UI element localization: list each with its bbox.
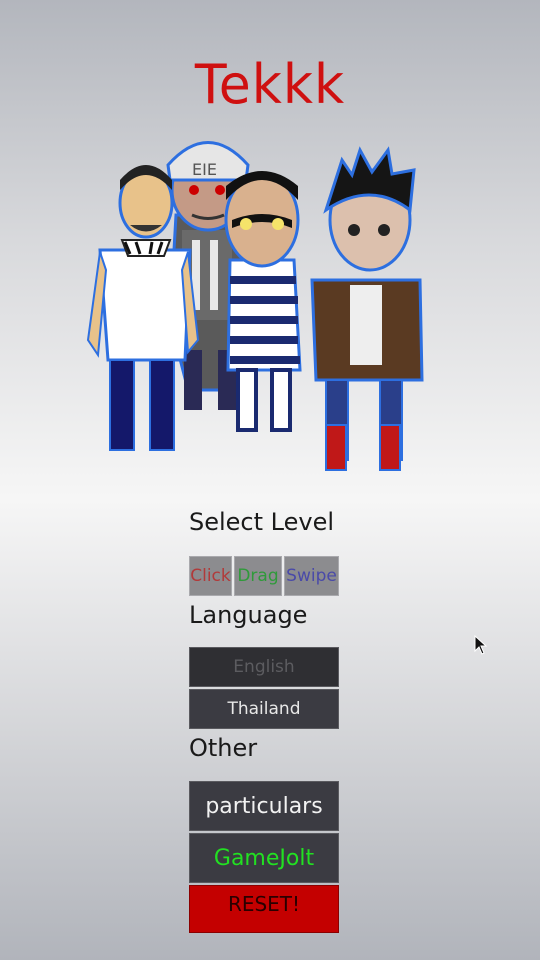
particulars-button[interactable]: particulars (189, 781, 339, 831)
mouse-cursor-icon (474, 635, 488, 655)
level-drag-button[interactable]: Drag (234, 556, 282, 596)
other-label: Other (189, 734, 258, 762)
gamejolt-label: GameJolt (213, 845, 315, 871)
svg-text:EIE: EIE (192, 160, 217, 179)
level-swipe-button[interactable]: Swipe (284, 556, 339, 596)
game-title: Tekkk (194, 53, 346, 117)
language-english-label: English (233, 657, 295, 677)
level-drag-label: Drag (237, 566, 279, 586)
level-click-label: Click (190, 566, 231, 586)
reset-button[interactable]: RESET! (189, 885, 339, 933)
character-jacket (310, 146, 424, 471)
reset-label: RESET! (227, 892, 301, 916)
gamejolt-button[interactable]: GameJolt (189, 833, 339, 883)
character-striped (224, 171, 302, 432)
language-english-button[interactable]: English (189, 647, 339, 687)
level-click-button[interactable]: Click (189, 556, 232, 596)
language-thailand-label: Thailand (227, 699, 301, 719)
language-label: Language (189, 601, 308, 629)
language-thailand-button[interactable]: Thailand (189, 689, 339, 729)
characters-illustration: EIE (86, 141, 424, 471)
particulars-label: particulars (205, 793, 323, 819)
level-swipe-label: Swipe (286, 566, 337, 586)
select-level-label: Select Level (189, 508, 335, 536)
